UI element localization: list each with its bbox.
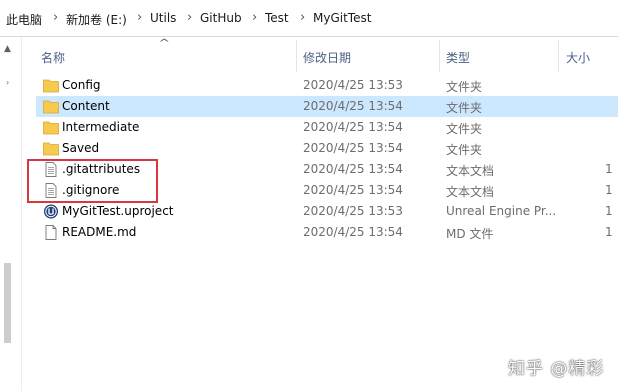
folder-icon (43, 121, 59, 135)
column-divider[interactable] (439, 40, 440, 72)
file-date: 2020/4/25 13:54 (303, 120, 403, 134)
watermark: 知乎 @精彩 (508, 359, 605, 379)
file-name: Content (62, 99, 110, 113)
unreal-engine-icon (44, 204, 58, 219)
address-bar[interactable]: 此电脑 › 新加卷 (E:) › Utils › GitHub › Test ›… (0, 0, 618, 37)
file-type: 文件夹 (446, 143, 483, 157)
file-name: Saved (62, 141, 100, 155)
breadcrumb-github[interactable]: GitHub (200, 11, 242, 25)
highlight-box (27, 159, 158, 203)
column-divider[interactable] (296, 40, 297, 72)
file-row[interactable]: Content 2020/4/25 13:54 文件夹 (36, 96, 618, 117)
file-type: 文本文档 (446, 164, 495, 178)
sort-ascending-icon: ^ (158, 38, 171, 49)
document-icon (45, 225, 57, 240)
file-date: 2020/4/25 13:54 (303, 225, 403, 239)
file-size: 1 (605, 183, 613, 197)
scrollbar-thumb[interactable] (4, 263, 11, 343)
folder-icon (43, 100, 59, 114)
chevron-right-icon[interactable]: › (187, 10, 192, 25)
breadcrumb-this-pc[interactable]: 此电脑 (6, 11, 42, 28)
file-type: 文件夹 (446, 80, 483, 94)
column-divider[interactable] (558, 40, 559, 72)
chevron-right-icon[interactable]: › (137, 10, 142, 25)
file-name: Intermediate (62, 120, 140, 134)
file-row[interactable]: MyGitTest.uproject 2020/4/25 13:53 Unrea… (36, 201, 618, 222)
file-date: 2020/4/25 13:54 (303, 183, 403, 197)
file-type: 文件夹 (446, 122, 483, 136)
expand-arrow-icon[interactable]: › (6, 78, 9, 87)
chevron-right-icon[interactable]: › (53, 10, 58, 25)
file-size: 1 (605, 225, 613, 239)
file-type: 文件夹 (446, 101, 483, 115)
file-date: 2020/4/25 13:54 (303, 162, 403, 176)
file-size: 1 (605, 162, 613, 176)
file-row[interactable]: README.md 2020/4/25 13:54 MD 文件 1 (36, 222, 618, 243)
column-header-date[interactable]: 修改日期 (303, 49, 351, 66)
breadcrumb-test[interactable]: Test (265, 11, 289, 25)
file-name: Config (62, 78, 101, 92)
file-type: 文本文档 (446, 185, 495, 199)
file-date: 2020/4/25 13:53 (303, 78, 403, 92)
scroll-up-icon[interactable]: ▲ (4, 44, 11, 54)
file-row[interactable]: Saved 2020/4/25 13:54 文件夹 (36, 138, 618, 159)
column-header-size[interactable]: 大小 (566, 49, 590, 66)
chevron-right-icon[interactable]: › (252, 10, 257, 25)
folder-icon (43, 142, 59, 156)
folder-icon (43, 79, 59, 93)
file-name: MyGitTest.uproject (62, 204, 174, 218)
chevron-right-icon[interactable]: › (300, 10, 305, 25)
pane-divider[interactable] (21, 37, 22, 391)
file-row[interactable]: Intermediate 2020/4/25 13:54 文件夹 (36, 117, 618, 138)
breadcrumb-mygittest[interactable]: MyGitTest (313, 11, 371, 25)
breadcrumb-utils[interactable]: Utils (150, 11, 176, 25)
file-type: Unreal Engine Pr... (446, 204, 557, 218)
file-row[interactable]: Config 2020/4/25 13:53 文件夹 (36, 75, 618, 96)
file-date: 2020/4/25 13:54 (303, 99, 403, 113)
file-date: 2020/4/25 13:53 (303, 204, 403, 218)
column-header-name[interactable]: 名称 (41, 49, 65, 66)
file-size: 1 (605, 204, 613, 218)
breadcrumb-drive-e[interactable]: 新加卷 (E:) (66, 11, 127, 28)
file-date: 2020/4/25 13:54 (303, 141, 403, 155)
file-type: MD 文件 (446, 227, 494, 241)
column-header-type[interactable]: 类型 (446, 49, 470, 66)
file-name: README.md (62, 225, 137, 239)
